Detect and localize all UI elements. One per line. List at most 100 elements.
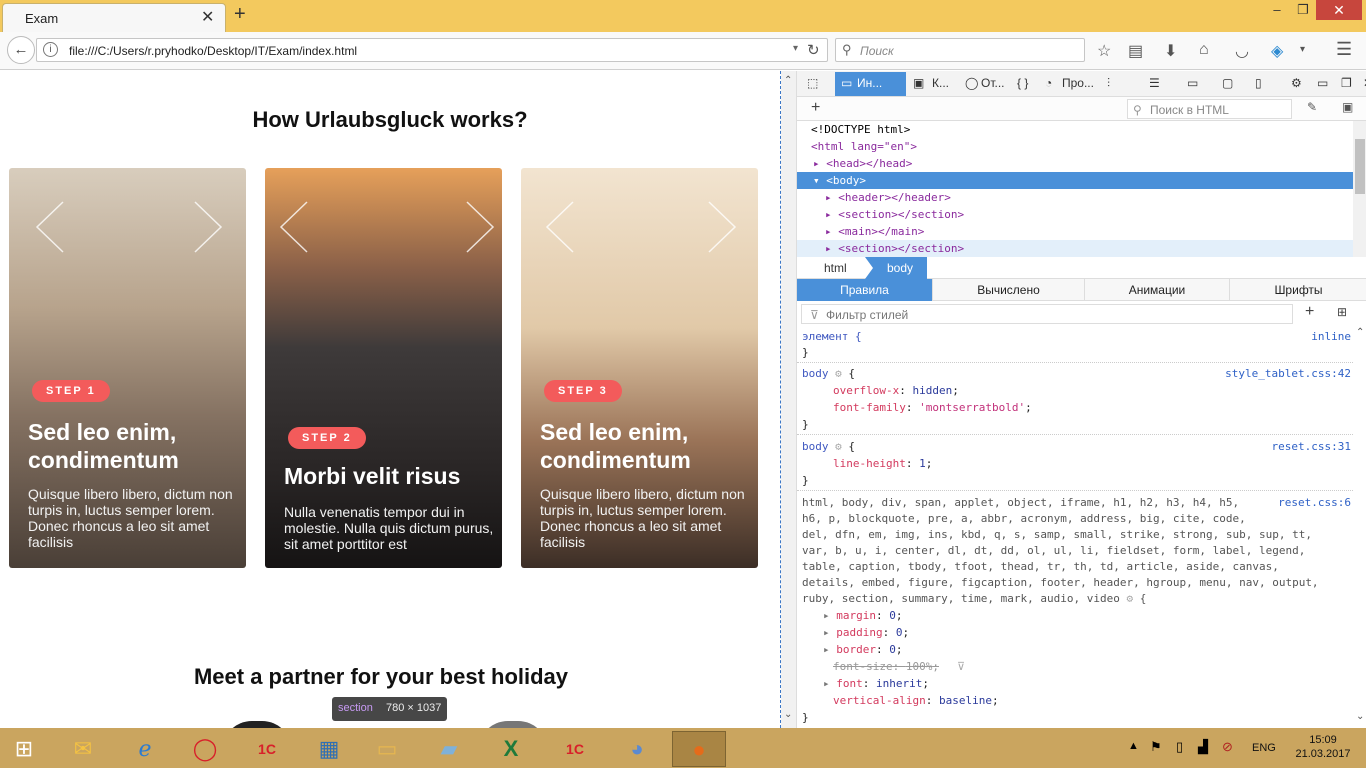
markup-line-hovered[interactable]: ▸ <section></section>	[797, 240, 1353, 257]
outlook-icon[interactable]: ✉	[56, 731, 110, 767]
next-arrow-icon[interactable]	[459, 200, 499, 254]
css-property[interactable]: margin	[836, 609, 876, 622]
responsive-icon[interactable]: ▯	[1255, 76, 1262, 90]
eyedropper-icon[interactable]: ✎	[1307, 100, 1317, 114]
frame-icon[interactable]: ▢	[1222, 76, 1233, 90]
css-property[interactable]: overflow-x	[833, 384, 899, 397]
html-search-input[interactable]: ⚲ Поиск в HTML	[1127, 99, 1292, 119]
rule-settings-icon[interactable]: ⚙	[835, 367, 842, 380]
breadcrumb-body[interactable]: body	[865, 257, 927, 279]
step-card-2[interactable]: STEP 2 Morbi velit risus Nulla venenatis…	[265, 168, 502, 568]
rule-source[interactable]: style_tablet.css:42	[1225, 366, 1351, 382]
more-tools-icon[interactable]: ☰	[1149, 76, 1160, 90]
add-node-icon[interactable]: +	[811, 99, 820, 117]
1c-icon[interactable]: 1С	[240, 731, 294, 767]
tab-inspector[interactable]: ▭ Ин...	[835, 72, 906, 96]
menu-icon[interactable]: ☰	[1336, 39, 1352, 60]
prev-arrow-icon[interactable]	[31, 200, 71, 254]
css-property[interactable]: font-family	[833, 401, 906, 414]
pocket-icon[interactable]: ◡	[1235, 41, 1249, 61]
language-indicator[interactable]: ENG	[1252, 742, 1276, 754]
css-property-overridden[interactable]: font-size	[833, 660, 893, 673]
download-icon[interactable]: ⬇	[1164, 41, 1177, 61]
expand-triangle-icon[interactable]: ▸	[823, 643, 830, 656]
css-property[interactable]: line-height	[833, 457, 906, 470]
markup-line[interactable]: ▸ <head></head>	[797, 155, 1353, 172]
tab-close-icon[interactable]: ✕	[201, 7, 214, 27]
close-window-button[interactable]: ✕	[1316, 0, 1362, 20]
style-filter-input[interactable]: ⊽ Фильтр стилей	[801, 304, 1293, 324]
markup-line[interactable]: <!DOCTYPE html>	[797, 121, 1353, 138]
css-value-overridden[interactable]: 100%	[906, 660, 933, 673]
chevron-up-icon[interactable]: ⌃	[784, 75, 792, 86]
search-input[interactable]: ⚲ Поиск	[835, 38, 1085, 62]
notes-icon[interactable]: ▰	[422, 731, 476, 767]
reload-icon[interactable]: ↻	[807, 41, 820, 59]
css-value[interactable]: 0	[889, 643, 896, 656]
mute-icon[interactable]: ⊘	[1222, 739, 1233, 755]
css-value[interactable]: 0	[889, 609, 896, 622]
markup-line[interactable]: ▸ <header></header>	[797, 189, 1353, 206]
extension-dropdown-icon[interactable]: ▾	[1300, 44, 1305, 55]
rule-settings-icon[interactable]: ⚙	[835, 440, 842, 453]
prev-arrow-icon[interactable]	[275, 200, 315, 254]
chevron-down-icon[interactable]: ⌄	[784, 709, 792, 720]
tab-animations[interactable]: Анимации	[1085, 279, 1230, 301]
url-dropdown-icon[interactable]: ▾	[793, 43, 798, 54]
element-picker-icon[interactable]: ⬚	[807, 76, 818, 90]
screenshot-icon[interactable]: ▣	[1342, 100, 1353, 114]
add-rule-icon[interactable]: +	[1305, 303, 1314, 321]
bookmark-star-icon[interactable]: ☆	[1097, 41, 1111, 61]
chevron-up-icon[interactable]: ⌃	[1356, 327, 1364, 338]
maximize-button[interactable]: ❐	[1290, 2, 1316, 20]
next-arrow-icon[interactable]	[701, 200, 741, 254]
markup-line-selected[interactable]: ▾ <body>	[797, 172, 1353, 189]
prev-arrow-icon[interactable]	[541, 200, 581, 254]
tab-computed[interactable]: Вычислено	[933, 279, 1085, 301]
url-text[interactable]: file:///C:/Users/r.pryhodko/Desktop/IT/E…	[69, 44, 357, 58]
tab-fonts[interactable]: Шрифты	[1230, 279, 1366, 301]
markup-line[interactable]: ▸ <section></section>	[797, 206, 1353, 223]
reading-list-icon[interactable]: ▤	[1128, 41, 1143, 61]
css-value[interactable]: baseline	[939, 694, 992, 707]
css-property[interactable]: padding	[836, 626, 882, 639]
tray-chevron-icon[interactable]: ▲	[1128, 740, 1139, 752]
rule-source[interactable]: reset.css:6	[1278, 495, 1351, 511]
dock-icon[interactable]: ▭	[1317, 76, 1328, 90]
toggle-pseudo-class-icon[interactable]: ⊞	[1337, 305, 1347, 319]
console-icon[interactable]: ▣	[913, 76, 924, 90]
tab-console[interactable]: К...	[932, 76, 949, 90]
step-card-3[interactable]: STEP 3 Sed leo enim, condimentum Quisque…	[521, 168, 758, 568]
markup-scrollbar[interactable]	[1353, 121, 1366, 257]
rules-scrollbar[interactable]: ⌃ ⌄	[1353, 327, 1366, 728]
expand-triangle-icon[interactable]: ▸	[823, 609, 830, 622]
extension-icon[interactable]: ◈	[1271, 41, 1283, 61]
rule-source[interactable]: reset.css:31	[1272, 439, 1351, 455]
settings-gear-icon[interactable]: ⚙	[1291, 76, 1302, 90]
css-property[interactable]: border	[836, 643, 876, 656]
clock[interactable]: 15:09 21.03.2017	[1288, 733, 1358, 761]
tab-debugger[interactable]: От...	[981, 76, 1005, 90]
url-bar[interactable]: i file:///C:/Users/r.pryhodko/Desktop/IT…	[36, 38, 828, 62]
rule-source[interactable]: inline	[1311, 329, 1351, 345]
signal-icon[interactable]: ▟	[1198, 739, 1208, 755]
start-button[interactable]: ⊞	[0, 731, 48, 767]
back-button[interactable]: ←	[7, 36, 35, 64]
css-value[interactable]: hidden	[912, 384, 952, 397]
css-property[interactable]: font	[836, 677, 863, 690]
css-property[interactable]: vertical-align	[833, 694, 926, 707]
battery-icon[interactable]: ▯	[1176, 739, 1183, 755]
undock-icon[interactable]: ❐	[1341, 76, 1352, 90]
split-icon[interactable]: ▭	[1187, 76, 1198, 90]
step-card-1[interactable]: STEP 1 Sed leo enim, condimentum Quisque…	[9, 168, 246, 568]
internet-explorer-icon[interactable]: ℯ	[118, 731, 172, 767]
browser-tab[interactable]: Exam ✕	[2, 3, 226, 32]
paint-icon[interactable]: ◕	[610, 731, 664, 767]
devtools-scrollbar[interactable]: ⌃ ⌄	[781, 71, 797, 728]
expand-triangle-icon[interactable]: ▸	[823, 626, 830, 639]
debugger-icon[interactable]: ◯	[965, 76, 978, 90]
performance-icon[interactable]: ◔	[1045, 76, 1052, 90]
rule-settings-icon[interactable]: ⚙	[1127, 592, 1134, 605]
expand-triangle-icon[interactable]: ▸	[823, 677, 830, 690]
new-tab-button[interactable]: +	[234, 3, 246, 26]
